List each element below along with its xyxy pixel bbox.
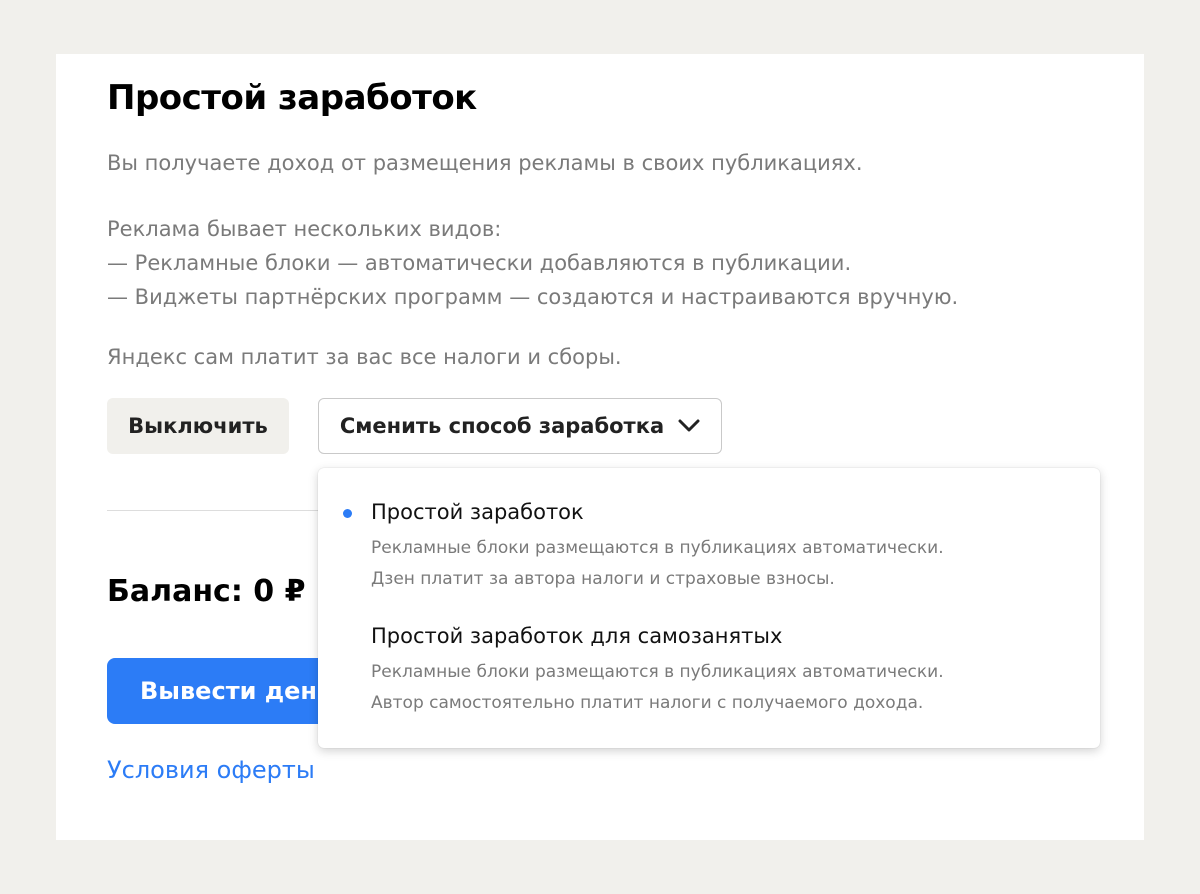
earning-method-dropdown: Простой заработок Рекламные блоки размещ… [318,468,1100,748]
ad-types-description: Реклама бывает нескольких видов: — Рекла… [107,212,958,314]
selected-dot-icon [343,509,352,518]
ad-type-widgets: — Виджеты партнёрских программ — создают… [107,285,959,309]
ad-type-blocks: — Рекламные блоки — автоматически добавл… [107,251,852,275]
taxes-note: Яндекс сам платит за вас все налоги и сб… [107,345,622,369]
disable-button[interactable]: Выключить [107,398,289,454]
balance-title: Баланс: 0 ₽ [107,574,306,609]
dropdown-option-simple[interactable]: Простой заработок Рекламные блоки размещ… [318,468,1100,598]
description-intro: Вы получаете доход от размещения рекламы… [107,151,863,175]
change-method-label: Сменить способ заработка [339,414,665,438]
ad-types-heading: Реклама бывает нескольких видов: [107,217,502,241]
option-description: Рекламные блоки размещаются в публикация… [371,657,944,719]
option-description-line: Дзен платит за автора налоги и страховые… [371,569,835,589]
section-divider [107,510,322,511]
option-description-line: Рекламные блоки размещаются в публикация… [371,538,944,558]
option-description-line: Автор самостоятельно платит налоги с пол… [371,693,924,713]
change-method-dropdown-button[interactable]: Сменить способ заработка [318,398,722,454]
offer-terms-link[interactable]: Условия оферты [107,756,315,784]
dropdown-option-self-employed[interactable]: Простой заработок для самозанятых Реклам… [318,598,1100,748]
chevron-down-icon [678,419,700,433]
page-title: Простой заработок [107,78,477,118]
option-description-line: Рекламные блоки размещаются в публикация… [371,662,944,682]
option-title: Простой заработок [371,500,584,524]
option-description: Рекламные блоки размещаются в публикация… [371,533,944,595]
option-title: Простой заработок для самозанятых [371,624,783,648]
